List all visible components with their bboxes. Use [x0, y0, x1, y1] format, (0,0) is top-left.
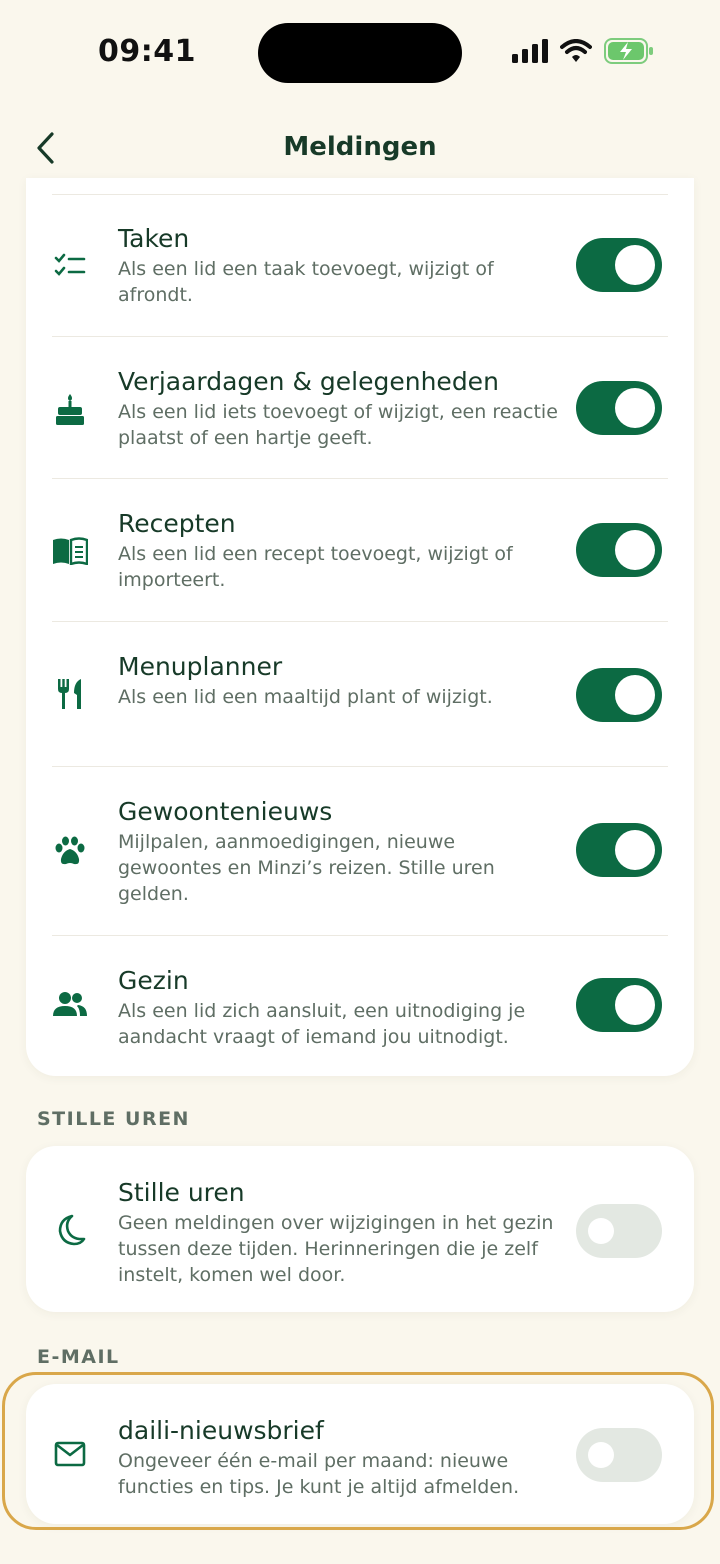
cutlery-icon — [52, 676, 88, 712]
paw-icon — [52, 833, 88, 869]
setting-description: Als een lid een maaltijd plant of wijzig… — [118, 686, 493, 708]
book-icon — [52, 533, 88, 569]
setting-title: Stille uren — [118, 1178, 245, 1207]
setting-title: Taken — [118, 224, 190, 253]
moon-icon — [52, 1212, 88, 1248]
toggle-knob — [588, 1218, 614, 1244]
setting-title: Verjaardagen & gelegenheden — [118, 367, 499, 396]
setting-description: Als een lid een taak toevoegt, wijzigt o… — [118, 258, 494, 306]
taken-toggle[interactable] — [576, 238, 662, 292]
setting-title: Recepten — [118, 509, 236, 538]
setting-row-recepten: Recepten Als een lid een recept toevoegt… — [26, 479, 694, 621]
setting-row-taken: Taken Als een lid een taak toevoegt, wij… — [26, 194, 694, 336]
toggle-knob — [615, 675, 655, 715]
section-label-email: E-MAIL — [37, 1346, 120, 1368]
setting-row-menuplanner: Menuplanner Als een lid een maaltijd pla… — [26, 622, 694, 766]
toggle-knob — [615, 985, 655, 1025]
focus-highlight — [2, 1372, 714, 1530]
setting-description: Geen meldingen over wijzigingen in het g… — [118, 1212, 554, 1286]
section-label-quiet-hours: STILLE UREN — [37, 1108, 190, 1130]
setting-row-verjaardagen: Verjaardagen & gelegenheden Als een lid … — [26, 337, 694, 478]
menuplanner-toggle[interactable] — [576, 668, 662, 722]
checklist-icon — [52, 248, 88, 284]
toggle-knob — [615, 388, 655, 428]
setting-description: Als een lid zich aansluit, een uitnodigi… — [118, 1000, 526, 1048]
recepten-toggle[interactable] — [576, 523, 662, 577]
cake-icon — [52, 391, 88, 427]
notifications-card: Taken Als een lid een taak toevoegt, wij… — [26, 178, 694, 1076]
people-icon — [52, 986, 88, 1022]
quiet-hours-card: Stille uren Geen meldingen over wijzigin… — [26, 1146, 694, 1312]
setting-title: Gewoontenieuws — [118, 797, 333, 826]
signal-icon — [512, 39, 548, 63]
status-time: 09:41 — [98, 34, 196, 69]
quiet-hours-toggle[interactable] — [576, 1204, 662, 1258]
toggle-knob — [615, 830, 655, 870]
setting-row-gezin: Gezin Als een lid zich aansluit, een uit… — [26, 936, 694, 1076]
setting-description: Als een lid een recept toevoegt, wijzigt… — [118, 543, 513, 591]
dynamic-island — [258, 23, 462, 83]
page-title: Meldingen — [283, 132, 437, 162]
status-icons — [512, 38, 654, 64]
setting-description: Mijlpalen, aanmoedigingen, nieuwe gewoon… — [118, 831, 495, 905]
gewoontenieuws-toggle[interactable] — [576, 823, 662, 877]
toggle-knob — [615, 245, 655, 285]
gezin-toggle[interactable] — [576, 978, 662, 1032]
setting-description: Als een lid iets toevoegt of wijzigt, ee… — [118, 401, 558, 449]
verjaardagen-toggle[interactable] — [576, 381, 662, 435]
battery-icon — [604, 38, 653, 64]
status-bar: 09:41 — [0, 0, 720, 110]
setting-title: Gezin — [118, 966, 189, 995]
wifi-icon — [560, 39, 592, 62]
setting-row-gewoontenieuws: Gewoontenieuws Mijlpalen, aanmoedigingen… — [26, 767, 694, 935]
setting-title: Menuplanner — [118, 652, 283, 681]
toggle-knob — [615, 530, 655, 570]
